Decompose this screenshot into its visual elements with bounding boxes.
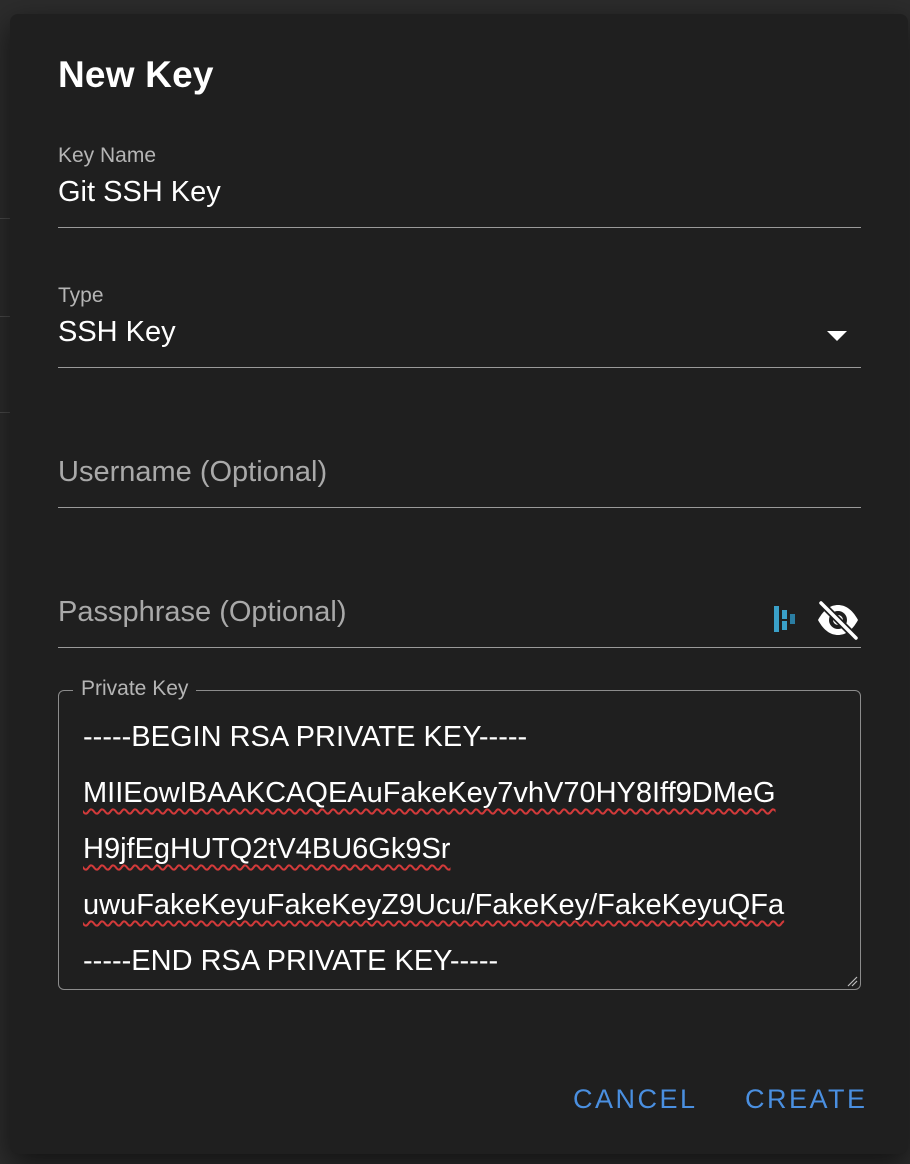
private-key-line: uwuFakeKeyuFakeKeyZ9Ucu/FakeKey/FakeKeyu… — [83, 889, 785, 921]
cancel-button[interactable]: CANCEL — [573, 1084, 698, 1115]
private-key-textarea[interactable]: Private Key -----BEGIN RSA PRIVATE KEY--… — [58, 677, 861, 990]
username-field[interactable]: Username (Optional) — [58, 424, 861, 508]
username-input[interactable]: Username (Optional) — [58, 456, 327, 489]
passphrase-input[interactable]: Passphrase (Optional) — [58, 596, 347, 629]
type-label: Type — [58, 284, 104, 307]
background-divider — [0, 412, 10, 413]
new-key-dialog: New Key Key Name Git SSH Key Type SSH Ke… — [10, 14, 908, 1154]
key-name-input[interactable]: Git SSH Key — [58, 176, 221, 209]
private-key-line: -----END RSA PRIVATE KEY----- — [83, 945, 499, 977]
private-key-line: MIIEowIBAAKCAQEAuFakeKey7vhV70HY8Iff9DMe… — [83, 777, 776, 809]
type-selected-value[interactable]: SSH Key — [58, 316, 176, 349]
type-select[interactable]: Type SSH Key — [58, 284, 861, 368]
create-button[interactable]: CREATE — [745, 1084, 868, 1115]
background-divider — [0, 316, 10, 317]
password-manager-icon[interactable] — [773, 604, 799, 634]
passphrase-field[interactable]: Passphrase (Optional) — [58, 564, 861, 648]
resize-handle-icon[interactable] — [846, 975, 858, 987]
private-key-line: H9jfEgHUTQ2tV4BU6Gk9Sr — [83, 833, 451, 865]
key-name-label: Key Name — [58, 144, 157, 167]
chevron-down-icon[interactable] — [827, 331, 847, 341]
key-name-field[interactable]: Key Name Git SSH Key — [58, 144, 861, 228]
private-key-label: Private Key — [73, 677, 197, 701]
background-divider — [0, 218, 10, 219]
dialog-title: New Key — [58, 54, 214, 95]
private-key-line: -----BEGIN RSA PRIVATE KEY----- — [83, 721, 528, 753]
eye-off-icon[interactable] — [815, 600, 861, 640]
